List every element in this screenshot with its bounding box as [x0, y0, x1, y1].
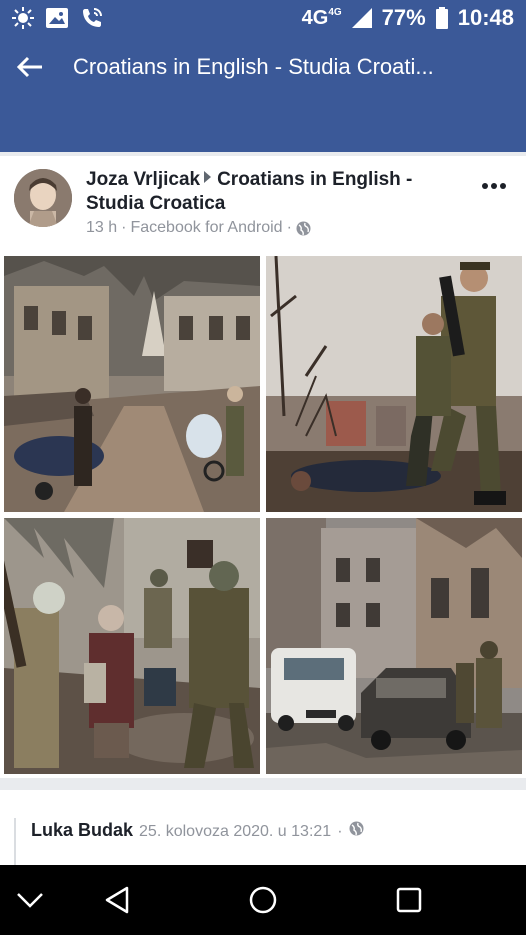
post-card: Joza Vrljicak Croatians in English - Stud… [0, 152, 526, 778]
meta-separator: · [286, 219, 292, 236]
clock: 10:48 [457, 5, 514, 30]
comment-time[interactable]: 25. kolovoza 2020. u 13:21 [139, 823, 331, 841]
meta-separator: · [121, 219, 127, 236]
image-icon [46, 8, 68, 28]
comment-thread-line [14, 818, 16, 865]
photo-destroyed-street[interactable] [4, 256, 260, 512]
app-header: 4G4G 77% 10:48 Croatians in English - St… [0, 0, 526, 152]
battery-percent: 77% [381, 5, 426, 30]
hide-nav-button[interactable] [12, 882, 48, 918]
nav-back-button[interactable] [99, 882, 135, 918]
dot-icon [500, 183, 506, 189]
call-icon [80, 6, 104, 30]
globe-icon [349, 821, 364, 836]
nav-recents-button[interactable] [391, 882, 427, 918]
card-divider [0, 152, 526, 156]
arrow-left-icon [17, 56, 43, 78]
nav-home-button[interactable] [245, 882, 281, 918]
post-author-line: Joza Vrljicak Croatians in English - Stud… [86, 168, 446, 216]
title-bar: Croatians in English - Studia Croati... [0, 44, 526, 90]
post-time[interactable]: 13 h [86, 219, 117, 237]
post-source: Facebook for Android [130, 219, 283, 236]
photo-damaged-cars[interactable] [266, 518, 522, 774]
chevron-down-icon [16, 892, 44, 908]
network-label: 4G4G [301, 6, 342, 29]
dot-icon [482, 183, 488, 189]
caret-right-icon [204, 171, 212, 183]
page-title: Croatians in English - Studia Croati... [73, 54, 434, 79]
comment-author[interactable]: Luka Budak [31, 820, 133, 841]
author-name[interactable]: Joza Vrljicak [86, 169, 200, 190]
comment-item: Luka Budak 25. kolovoza 2020. u 13:21 · [31, 820, 364, 841]
globe-icon [296, 221, 311, 236]
system-nav-bar [0, 865, 526, 935]
signal-icon [351, 8, 372, 28]
photo-soldiers[interactable] [266, 256, 522, 512]
dot-icon [491, 183, 497, 189]
photo-grid [4, 256, 522, 774]
triangle-back-icon [104, 886, 130, 914]
more-options-button[interactable] [478, 174, 510, 198]
sun-icon [12, 7, 34, 29]
comment-separator: · [337, 823, 343, 840]
avatar[interactable] [14, 169, 72, 227]
circle-home-icon [248, 885, 278, 915]
square-recents-icon [396, 887, 422, 913]
battery-icon [435, 7, 448, 29]
post-meta: 13 h · Facebook for Android · [86, 219, 311, 237]
photo-soldier-elderly-woman[interactable] [4, 518, 260, 774]
back-button[interactable] [0, 44, 60, 90]
comment-section: Luka Budak 25. kolovoza 2020. u 13:21 · [0, 790, 526, 865]
status-bar: 4G4G 77% 10:48 [0, 0, 526, 36]
